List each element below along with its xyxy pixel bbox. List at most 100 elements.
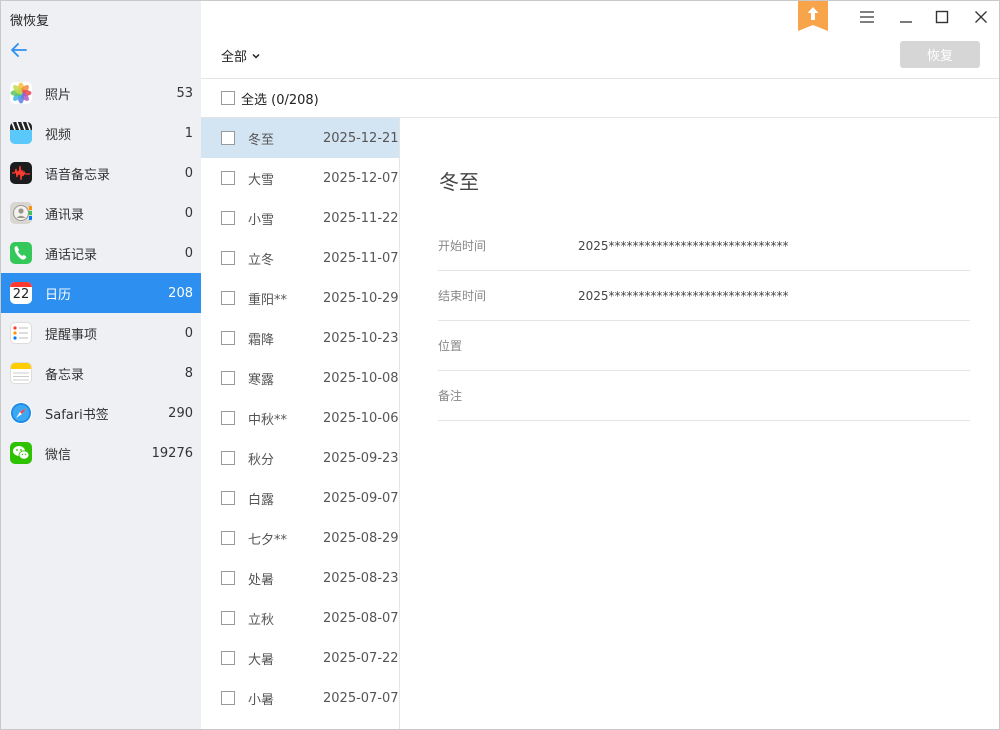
- sidebar-item-label: 提醒事项: [45, 327, 98, 343]
- field-label: 开始时间: [438, 239, 487, 253]
- sidebar-item-count: 8: [184, 365, 193, 381]
- item-checkbox[interactable]: [221, 531, 235, 545]
- sidebar-item-calendar[interactable]: 22 日历 208: [1, 273, 201, 313]
- event-name: 冬至: [248, 132, 275, 148]
- sidebar-item-count: 0: [184, 165, 193, 181]
- item-checkbox[interactable]: [221, 131, 235, 145]
- list-item[interactable]: 立冬 2025-11-07: [201, 238, 399, 278]
- sidebar-item-safari-bookmarks[interactable]: Safari书签 290: [1, 393, 201, 433]
- sidebar-item-notes[interactable]: 备忘录 8: [1, 353, 201, 393]
- sidebar-item-count: 53: [176, 85, 193, 101]
- item-checkbox[interactable]: [221, 171, 235, 185]
- item-checkbox[interactable]: [221, 251, 235, 265]
- menu-button[interactable]: [857, 7, 877, 27]
- list-item[interactable]: 白露 2025-09-07: [201, 478, 399, 518]
- sidebar-item-count: 208: [168, 285, 193, 301]
- event-date: 2025-11-07: [323, 250, 399, 266]
- list-item[interactable]: 立秋 2025-08-07: [201, 598, 399, 638]
- maximize-button[interactable]: [932, 7, 952, 27]
- app-window: 微恢复 照片 53 视频 1 语音备忘录 0 通讯录 0 通话记录 0 22 日…: [0, 0, 1000, 730]
- list-item[interactable]: 秋分 2025-09-23: [201, 438, 399, 478]
- event-date: 2025-08-07: [323, 610, 399, 626]
- field-value: 2025******************************: [578, 238, 789, 253]
- item-checkbox[interactable]: [221, 411, 235, 425]
- wechat-icon: [10, 442, 32, 464]
- minimize-button[interactable]: [896, 7, 916, 27]
- list-item[interactable]: 霜降 2025-10-23: [201, 318, 399, 358]
- item-checkbox[interactable]: [221, 331, 235, 345]
- item-checkbox[interactable]: [221, 371, 235, 385]
- list-item[interactable]: 重阳** 2025-10-29: [201, 278, 399, 318]
- back-button[interactable]: [9, 40, 29, 60]
- event-date: 2025-10-29: [323, 290, 399, 306]
- close-icon: [975, 11, 987, 23]
- event-name: 处暑: [248, 572, 275, 588]
- calendar-day-number: 22: [12, 287, 30, 302]
- event-date: 2025-12-07: [323, 170, 399, 186]
- detail-title: 冬至: [439, 170, 479, 194]
- sidebar-item-label: 备忘录: [45, 367, 85, 383]
- event-name: 秋分: [248, 452, 275, 468]
- detail-fields: 开始时间 2025****************************** …: [438, 221, 970, 421]
- event-list: 冬至 2025-12-21 大雪 2025-12-07 小雪 2025-11-2…: [201, 118, 400, 729]
- restore-button[interactable]: 恢复: [900, 41, 980, 68]
- select-all-checkbox[interactable]: [221, 91, 235, 105]
- event-name: 立秋: [248, 612, 275, 628]
- field-start-time: 开始时间 2025******************************: [438, 221, 970, 271]
- list-item[interactable]: 中秋** 2025-10-06: [201, 398, 399, 438]
- item-checkbox[interactable]: [221, 691, 235, 705]
- sidebar-item-label: 微信: [45, 447, 72, 463]
- list-item[interactable]: 寒露 2025-10-08: [201, 358, 399, 398]
- contacts-icon: [10, 202, 32, 224]
- maximize-icon: [935, 10, 949, 24]
- sidebar-item-label: 语音备忘录: [45, 167, 111, 183]
- event-date: 2025-08-29: [323, 530, 399, 546]
- event-name: 霜降: [248, 332, 275, 348]
- sidebar-item-videos[interactable]: 视频 1: [1, 113, 201, 153]
- sidebar-item-voice-memos[interactable]: 语音备忘录 0: [1, 153, 201, 193]
- list-item[interactable]: 小雪 2025-11-22: [201, 198, 399, 238]
- field-label: 位置: [438, 339, 463, 353]
- sidebar-item-photos[interactable]: 照片 53: [1, 73, 201, 113]
- filter-dropdown[interactable]: 全部: [221, 46, 261, 65]
- field-notes: 备注: [438, 371, 970, 421]
- item-checkbox[interactable]: [221, 451, 235, 465]
- event-date: 2025-09-23: [323, 450, 399, 466]
- hamburger-menu-icon: [860, 11, 874, 23]
- app-title: 微恢复: [10, 14, 50, 29]
- field-value: 2025******************************: [578, 288, 789, 303]
- event-detail-panel: 冬至 开始时间 2025****************************…: [400, 118, 999, 729]
- sidebar-item-contacts[interactable]: 通讯录 0: [1, 193, 201, 233]
- list-item[interactable]: 七夕** 2025-08-29: [201, 518, 399, 558]
- list-item[interactable]: 大暑 2025-07-22: [201, 638, 399, 678]
- event-name: 寒露: [248, 372, 275, 388]
- event-name: 大雪: [248, 172, 275, 188]
- phone-icon: [10, 242, 32, 264]
- list-item[interactable]: 大雪 2025-12-07: [201, 158, 399, 198]
- sidebar-item-reminders[interactable]: 提醒事项 0: [1, 313, 201, 353]
- event-name: 重阳**: [248, 292, 288, 308]
- sidebar-item-wechat[interactable]: 微信 19276: [1, 433, 201, 473]
- sidebar-item-call-log[interactable]: 通话记录 0: [1, 233, 201, 273]
- event-date: 2025-11-22: [323, 210, 399, 226]
- close-button[interactable]: [971, 7, 991, 27]
- select-all-label[interactable]: 全选 (0/208): [241, 89, 319, 108]
- calendar-icon: 22: [10, 282, 32, 304]
- list-item[interactable]: 冬至 2025-12-21: [201, 118, 399, 158]
- list-item[interactable]: 处暑 2025-08-23: [201, 558, 399, 598]
- event-name: 中秋**: [248, 412, 288, 428]
- item-checkbox[interactable]: [221, 491, 235, 505]
- list-item[interactable]: 小暑 2025-07-07: [201, 678, 399, 718]
- item-checkbox[interactable]: [221, 211, 235, 225]
- upgrade-arrow-icon[interactable]: [798, 1, 828, 31]
- item-checkbox[interactable]: [221, 291, 235, 305]
- item-checkbox[interactable]: [221, 611, 235, 625]
- item-checkbox[interactable]: [221, 651, 235, 665]
- voice-memo-icon: [10, 162, 32, 184]
- sidebar-item-count: 1: [184, 125, 193, 141]
- sidebar-item-label: 通讯录: [45, 207, 85, 223]
- video-clapper-icon: [10, 122, 32, 144]
- sidebar-item-label: 通话记录: [45, 247, 98, 263]
- item-checkbox[interactable]: [221, 571, 235, 585]
- field-label: 结束时间: [438, 289, 487, 303]
